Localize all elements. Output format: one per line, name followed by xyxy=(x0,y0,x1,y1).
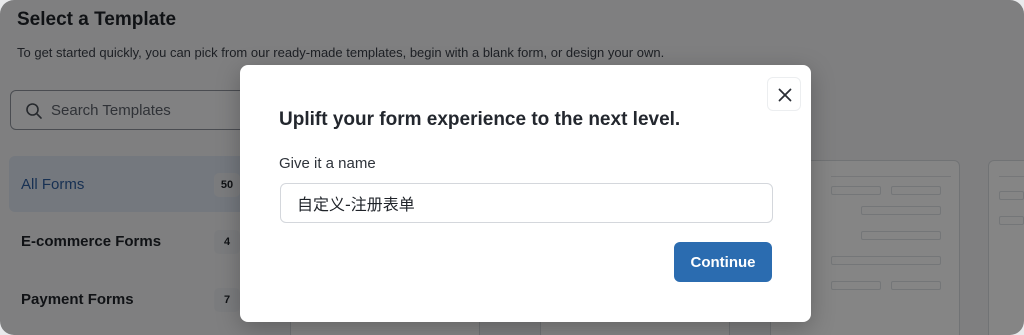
dialog-title: Uplift your form experience to the next … xyxy=(279,109,681,130)
name-form-dialog: Uplift your form experience to the next … xyxy=(240,65,811,322)
app-frame: Select a Template To get started quickly… xyxy=(0,0,1024,335)
close-button[interactable] xyxy=(767,77,801,111)
continue-button[interactable]: Continue xyxy=(674,242,772,282)
form-name-input[interactable] xyxy=(280,183,773,223)
name-field-label: Give it a name xyxy=(279,155,376,172)
close-icon xyxy=(778,88,792,102)
